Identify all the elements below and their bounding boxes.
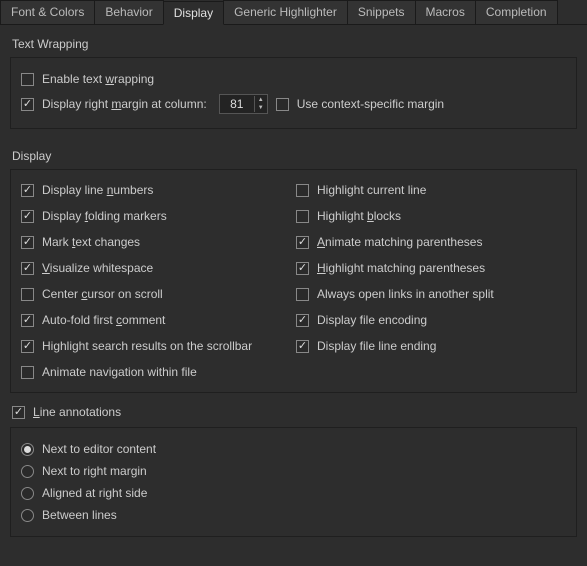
spin-up-icon[interactable]: ▲ [255,96,267,104]
visualize-whitespace-label: Visualize whitespace [42,261,153,275]
enable-text-wrapping-checkbox[interactable] [21,73,34,86]
context-specific-margin-label: Use context-specific margin [297,97,444,111]
context-specific-margin-checkbox[interactable] [276,98,289,111]
animate-navigation-label: Animate navigation within file [42,365,197,379]
annotation-between-lines-radio[interactable] [21,509,34,522]
display-line-numbers-checkbox[interactable] [21,184,34,197]
display-folding-markers-checkbox[interactable] [21,210,34,223]
highlight-matching-parens-label: Highlight matching parentheses [317,261,485,275]
line-annotations-checkbox[interactable] [12,406,25,419]
spin-down-icon[interactable]: ▼ [255,104,267,112]
display-line-numbers-label: Display line numbers [42,183,153,197]
highlight-current-line-label: Highlight current line [317,183,426,197]
annotation-next-to-margin-radio[interactable] [21,465,34,478]
highlight-matching-parens-checkbox[interactable] [296,262,309,275]
margin-spin-buttons[interactable]: ▲▼ [254,96,267,112]
always-open-links-checkbox[interactable] [296,288,309,301]
display-file-line-ending-label: Display file line ending [317,339,436,353]
animate-matching-parens-label: Animate matching parentheses [317,235,482,249]
always-open-links-label: Always open links in another split [317,287,494,301]
highlight-search-results-checkbox[interactable] [21,340,34,353]
tab-display[interactable]: Display [163,1,224,25]
margin-column-spinbox[interactable]: ▲▼ [219,94,268,114]
center-cursor-checkbox[interactable] [21,288,34,301]
annotation-aligned-right-radio[interactable] [21,487,34,500]
margin-column-input[interactable] [220,96,254,112]
enable-text-wrapping-label: Enable text wrapping [42,72,154,86]
visualize-whitespace-checkbox[interactable] [21,262,34,275]
auto-fold-first-comment-label: Auto-fold first comment [42,313,165,327]
display-folding-markers-label: Display folding markers [42,209,167,223]
animate-matching-parens-checkbox[interactable] [296,236,309,249]
annotation-between-lines-label: Between lines [42,508,117,522]
section-text-wrapping: Text Wrapping [0,25,587,57]
annotation-next-to-content-radio[interactable] [21,443,34,456]
highlight-current-line-checkbox[interactable] [296,184,309,197]
center-cursor-label: Center cursor on scroll [42,287,163,301]
group-text-wrapping: Enable text wrapping Display right margi… [10,57,577,129]
annotation-aligned-right-label: Aligned at right side [42,486,147,500]
tabbar: Font & Colors Behavior Display Generic H… [0,0,587,25]
section-display: Display [0,137,587,169]
animate-navigation-checkbox[interactable] [21,366,34,379]
highlight-blocks-label: Highlight blocks [317,209,401,223]
annotation-next-to-margin-label: Next to right margin [42,464,147,478]
mark-text-changes-checkbox[interactable] [21,236,34,249]
auto-fold-first-comment-checkbox[interactable] [21,314,34,327]
display-file-line-ending-checkbox[interactable] [296,340,309,353]
display-right-margin-label: Display right margin at column: [42,97,207,111]
annotation-next-to-content-label: Next to editor content [42,442,156,456]
group-display: Display line numbers Highlight current l… [10,169,577,393]
mark-text-changes-label: Mark text changes [42,235,140,249]
tab-snippets[interactable]: Snippets [347,0,416,24]
tab-behavior[interactable]: Behavior [94,0,163,24]
tab-font-colors[interactable]: Font & Colors [0,0,95,24]
display-right-margin-checkbox[interactable] [21,98,34,111]
display-file-encoding-label: Display file encoding [317,313,427,327]
tab-completion[interactable]: Completion [475,0,558,24]
highlight-blocks-checkbox[interactable] [296,210,309,223]
display-file-encoding-checkbox[interactable] [296,314,309,327]
line-annotations-label: Line annotations [33,405,121,419]
highlight-search-results-label: Highlight search results on the scrollba… [42,339,252,353]
tab-generic-highlighter[interactable]: Generic Highlighter [223,0,348,24]
group-line-annotations: Next to editor content Next to right mar… [10,427,577,537]
tab-macros[interactable]: Macros [415,0,476,24]
